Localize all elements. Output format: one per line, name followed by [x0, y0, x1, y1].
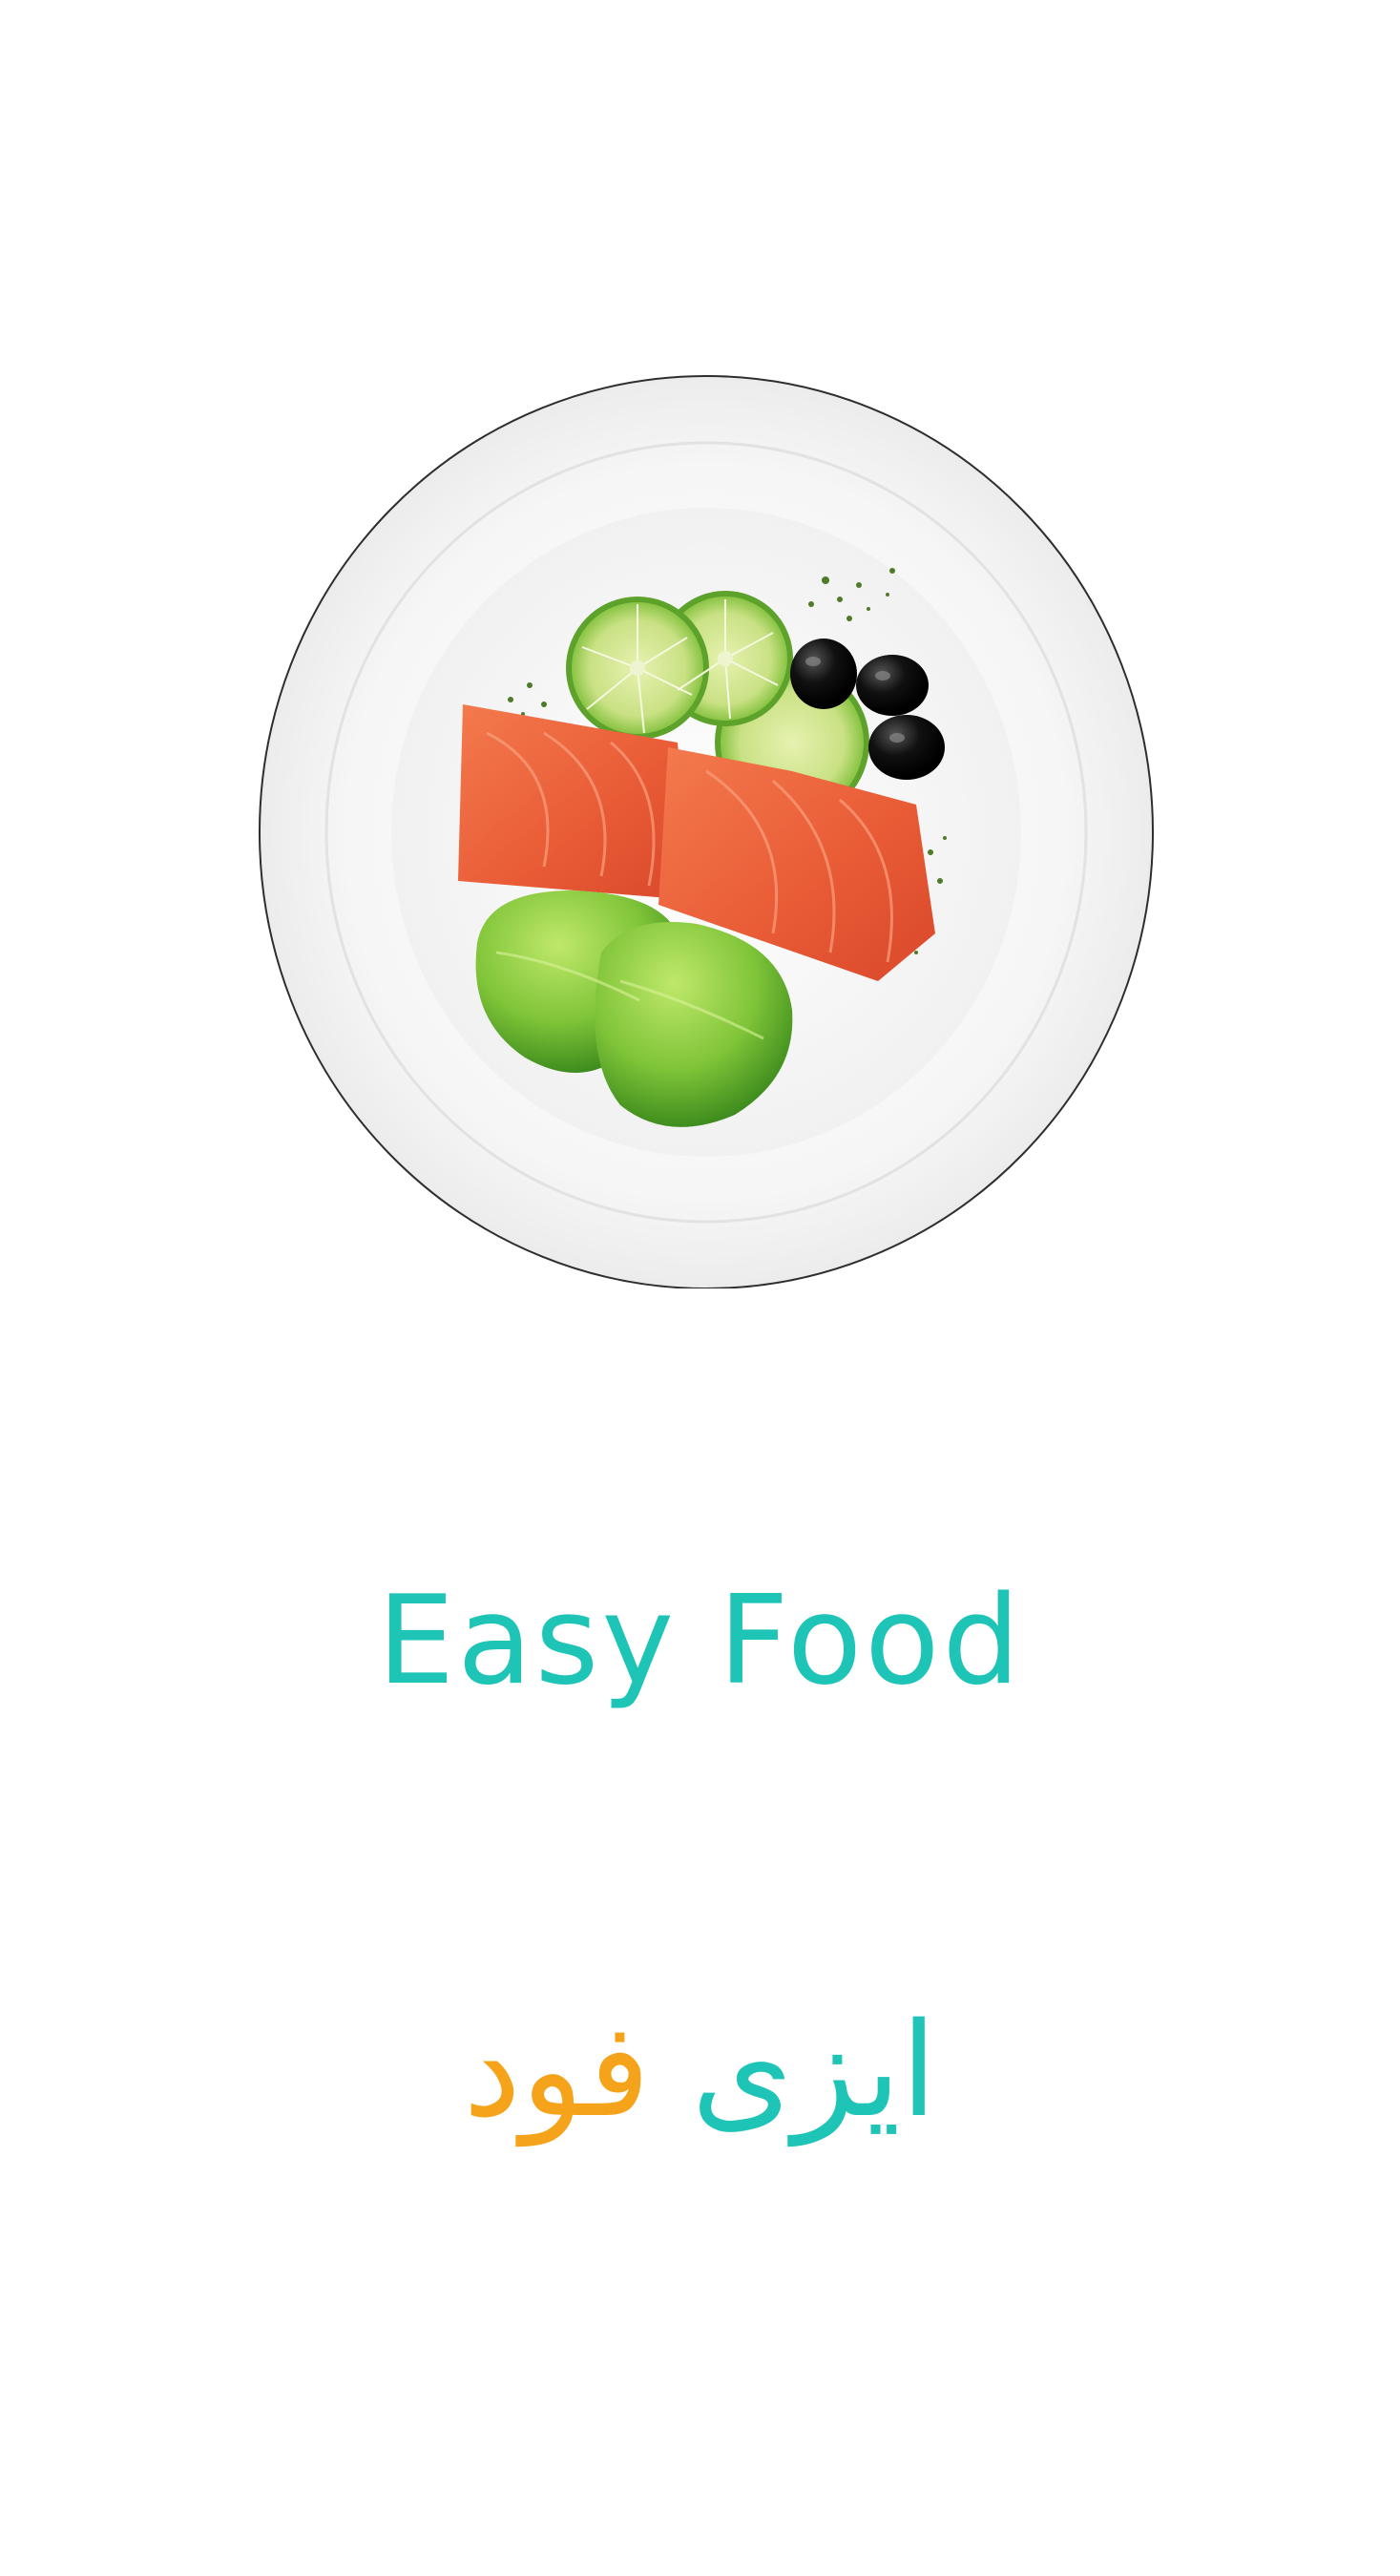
app-title-persian: ایزی فود	[0, 1990, 1400, 2152]
splash-screen: Easy Food ایزی فود	[0, 0, 1400, 2576]
app-title-persian-part1: ایزی	[691, 1996, 937, 2147]
plate-illustration	[259, 375, 1154, 1288]
app-title-persian-part2: فود	[463, 1996, 651, 2147]
app-title-english: Easy Food	[377, 1570, 1023, 1712]
